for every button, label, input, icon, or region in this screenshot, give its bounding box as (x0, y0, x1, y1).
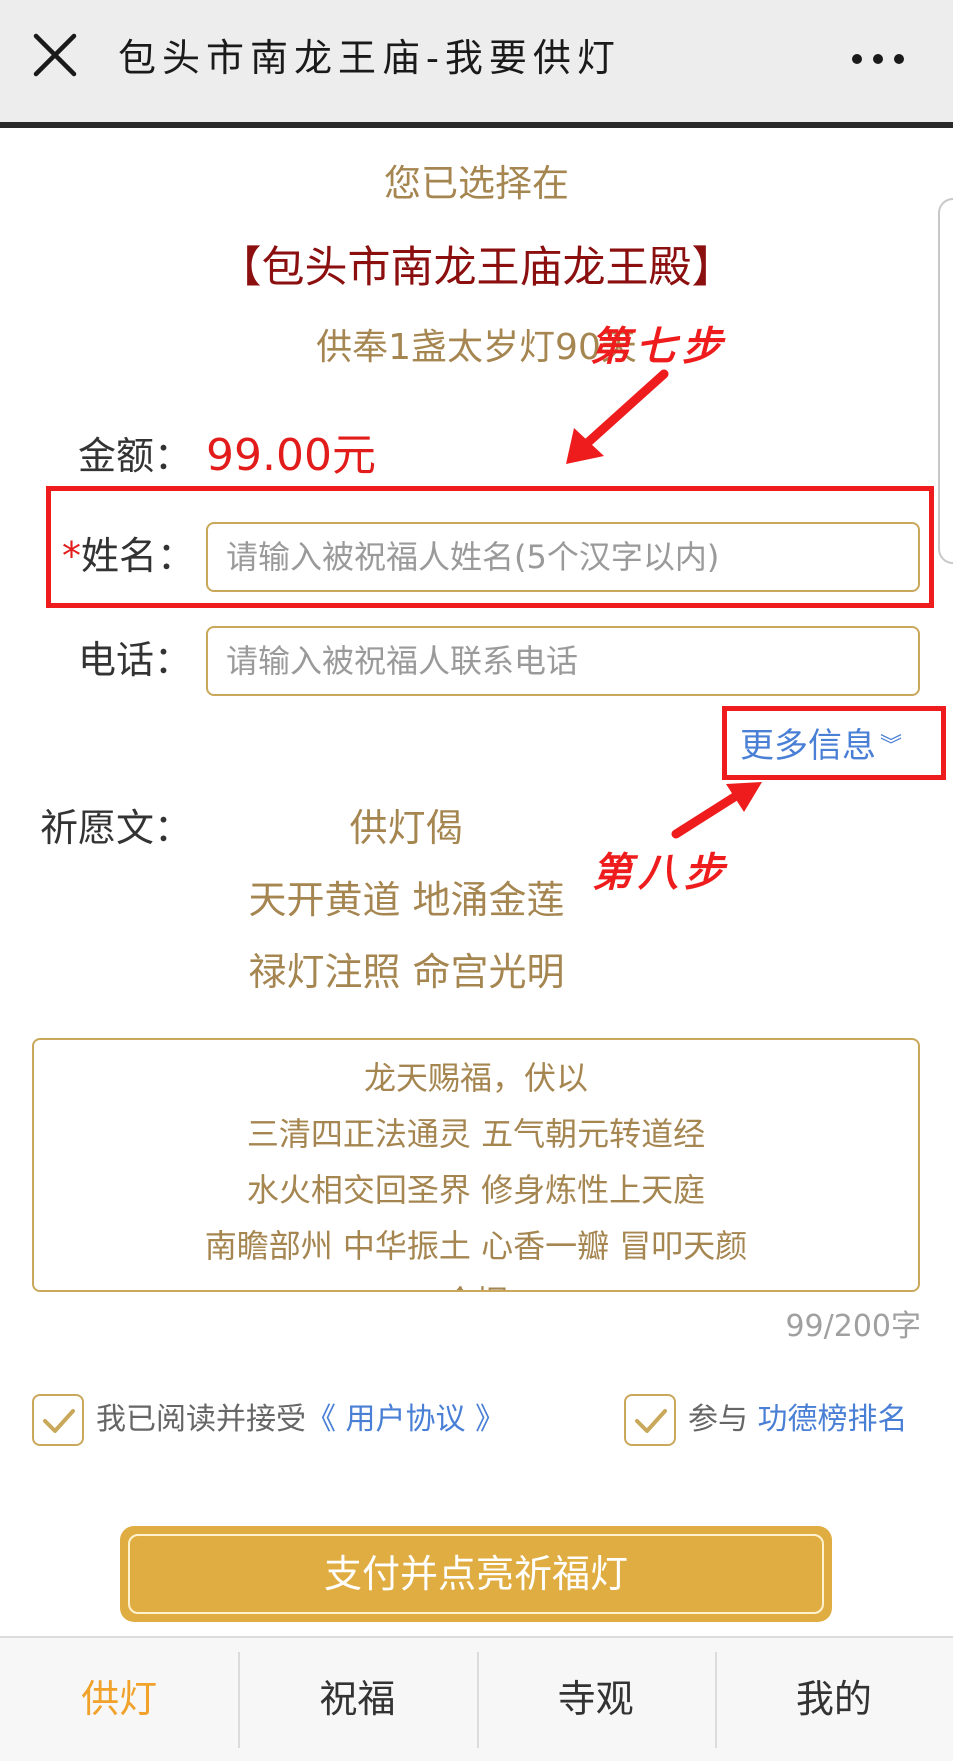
bottom-tab-bar: 供灯 祝福 寺观 我的 (0, 1636, 953, 1761)
temple-name: 【包头市南龙王庙龙王殿】 (218, 243, 735, 293)
prayer-text-line: 三清四正法通灵 五气朝元转道经 (246, 1115, 706, 1153)
char-counter: 99/200字 (785, 1309, 921, 1344)
lamp-description: 供奉1盏太岁灯90天 (316, 327, 637, 368)
page-title: 包头市南龙王庙-我要供灯 (118, 36, 621, 80)
prayer-text-line: 今据 (34, 1274, 918, 1290)
tab-offer-lamp[interactable]: 供灯 (0, 1638, 238, 1761)
header-divider (0, 122, 953, 128)
annotation-box-more-info (722, 706, 946, 780)
annotation-box-name (46, 486, 934, 608)
pay-button-label: 支付并点亮祈福灯 (323, 1552, 628, 1596)
rank-checkbox[interactable] (624, 1394, 676, 1446)
annotation-step7: 第七步 (590, 323, 728, 370)
agree-checkbox[interactable] (32, 1394, 84, 1446)
agree-text: 我已阅读并接受《 用户协议 》 (96, 1392, 505, 1448)
more-dots-icon[interactable] (846, 40, 910, 76)
amount-label: 金额： (78, 434, 193, 478)
agree-prefix: 我已阅读并接受 (96, 1402, 306, 1437)
tab-mine[interactable]: 我的 (714, 1638, 953, 1761)
phone-label: 电话： (78, 638, 193, 682)
user-agreement-link[interactable]: 《 用户协议 》 (306, 1402, 505, 1437)
close-icon[interactable] (30, 30, 80, 80)
verse-line: 禄灯注照 命宫光明 (248, 950, 565, 994)
prayer-textarea[interactable]: 龙天赐福，伏以 三清四正法通灵 五气朝元转道经 水火相交回圣界 修身炼性上天庭 … (32, 1038, 920, 1292)
prayer-text-line: 龙天赐福，伏以 (363, 1059, 588, 1097)
tab-blessing[interactable]: 祝福 (238, 1638, 476, 1761)
checkmark-icon (635, 1409, 667, 1433)
selected-prefix-text: 您已选择在 (384, 162, 569, 205)
prayer-text-line: 水火相交回圣界 修身炼性上天庭 (246, 1171, 706, 1209)
rank-prefix: 参与 (688, 1402, 758, 1437)
verse-line: 天开黄道 地涌金莲 (248, 878, 565, 922)
pay-button[interactable]: 支付并点亮祈福灯 (120, 1526, 832, 1622)
tab-temples[interactable]: 寺观 (476, 1638, 715, 1761)
annotation-arrow-icon (566, 369, 669, 464)
prayer-text-line: 南瞻部州 中华振土 心香一瓣 冒叩天颜 (204, 1227, 748, 1265)
merit-ranking-link[interactable]: 功德榜排名 (758, 1402, 908, 1437)
verse-title: 供灯偈 (349, 806, 464, 850)
top-nav-bar: 包头市南龙王庙-我要供灯 (0, 0, 953, 122)
checkmark-icon (43, 1409, 75, 1433)
rank-text: 参与 功德榜排名 (688, 1392, 908, 1448)
amount-value: 99.00元 (206, 430, 376, 481)
phone-input[interactable] (206, 626, 920, 696)
